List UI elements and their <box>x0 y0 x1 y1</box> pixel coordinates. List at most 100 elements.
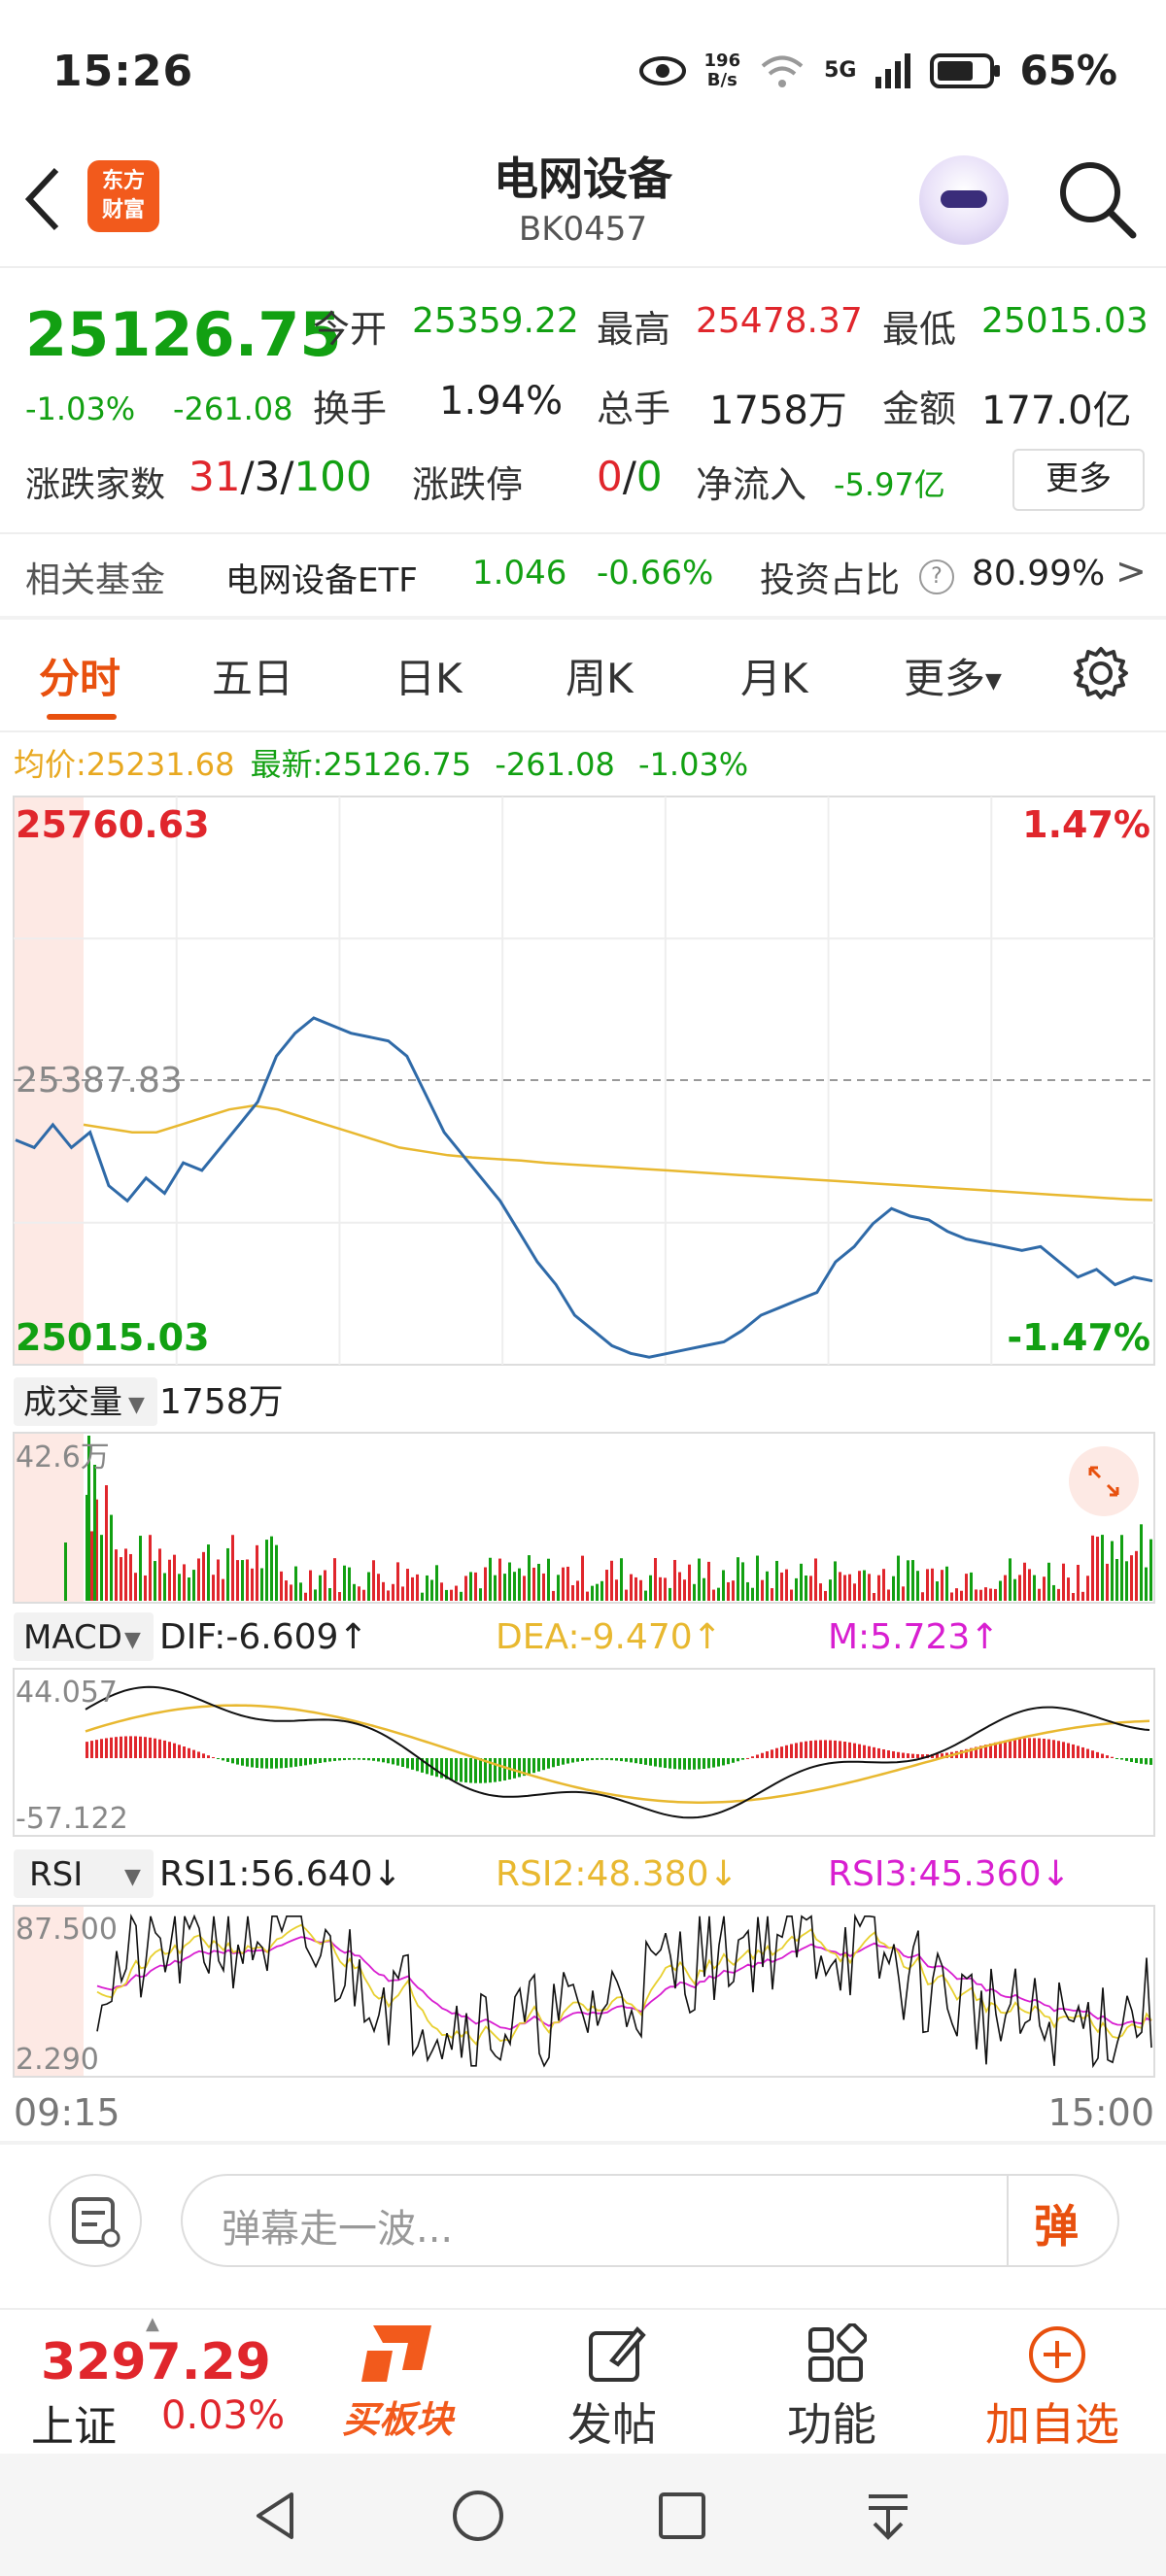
volume-bar <box>460 1591 463 1601</box>
volume-bar <box>945 1566 948 1601</box>
volume-bar <box>401 1586 404 1601</box>
status-icons: 196 B/s 5G 65% <box>638 47 1117 94</box>
macd-bar <box>678 1758 681 1770</box>
volume-bar <box>902 1586 905 1601</box>
caret-up-icon: ▲ <box>146 2314 159 2334</box>
danmu-input[interactable]: 弹幕走一波... 弹 <box>181 2174 1119 2267</box>
volume-bar <box>843 1575 846 1601</box>
buy-sector-button[interactable]: 买板块 <box>330 2312 466 2448</box>
volume-bar <box>319 1575 322 1601</box>
macd-bar <box>474 1758 477 1783</box>
macd-bar <box>1125 1758 1128 1761</box>
change-value: -261.08 <box>173 390 293 427</box>
volume-bar <box>256 1544 258 1601</box>
app-logo[interactable]: 东方 财富 <box>87 160 159 232</box>
volume-bar <box>722 1570 725 1601</box>
nav-back-icon[interactable] <box>247 2487 305 2545</box>
macd-bar <box>639 1758 642 1765</box>
macd-bar <box>532 1758 535 1774</box>
macd-bar <box>1013 1739 1016 1758</box>
macd-bar <box>124 1736 127 1758</box>
tab-five-day[interactable]: 五日 <box>212 646 293 705</box>
functions-button[interactable]: 功能 <box>777 2312 894 2451</box>
macd-bar <box>766 1750 769 1758</box>
timeshare-chart[interactable]: 25760.63 25387.83 25015.03 1.47% -1.47% … <box>0 787 1166 2147</box>
volume-bar <box>596 1583 599 1601</box>
macd-bar <box>1149 1758 1152 1765</box>
change-percent: -1.03% <box>25 390 136 427</box>
tab-timeshare[interactable]: 分时 <box>39 646 120 705</box>
volume-bar <box>620 1558 623 1601</box>
volume-bar <box>134 1573 137 1601</box>
volume-bar <box>673 1559 676 1601</box>
macd-bar <box>907 1753 909 1758</box>
macd-bar <box>703 1758 705 1770</box>
volume-bar <box>557 1575 560 1601</box>
chevron-right-icon: > <box>1115 550 1147 593</box>
macd-bar <box>207 1755 210 1758</box>
volume-bar <box>231 1535 234 1601</box>
active-tab-indicator <box>47 714 117 720</box>
volume-bar <box>328 1587 331 1601</box>
macd-bar <box>406 1758 409 1769</box>
volume-bar <box>324 1570 326 1601</box>
danmu-send-button[interactable]: 弹 <box>1034 2191 1079 2255</box>
volume-bar <box>654 1557 657 1601</box>
volume-bar <box>600 1580 603 1601</box>
expand-button[interactable] <box>1069 1446 1139 1516</box>
volume-bar <box>494 1575 497 1601</box>
volume-bar <box>926 1569 929 1601</box>
more-button[interactable]: 更多 <box>1012 449 1145 511</box>
divider <box>0 532 1166 534</box>
notes-button[interactable] <box>49 2174 142 2267</box>
volume-bar <box>766 1571 769 1601</box>
macd-bar <box>771 1749 773 1758</box>
macd-bar <box>212 1756 215 1758</box>
volume-bar <box>907 1560 909 1601</box>
volume-bar <box>669 1587 671 1601</box>
macd-bar <box>464 1758 467 1783</box>
tab-daily-k[interactable]: 日K <box>394 646 463 705</box>
tab-monthly-k[interactable]: 月K <box>740 646 808 705</box>
related-fund-row[interactable]: 相关基金 电网设备ETF 1.046 -0.66% 投资占比 ? 80.99% … <box>0 540 1166 608</box>
macd-bar <box>566 1758 569 1764</box>
search-button[interactable] <box>1053 155 1141 243</box>
volume-bar <box>469 1572 472 1601</box>
volume-bar <box>1135 1550 1138 1601</box>
macd-bar <box>1106 1755 1109 1758</box>
add-watchlist-button[interactable]: 加自选 <box>976 2312 1141 2451</box>
volume-bar <box>178 1574 181 1601</box>
tab-more[interactable]: 更多▼ <box>904 646 1002 705</box>
post-button[interactable]: 发帖 <box>558 2312 674 2451</box>
tab-weekly-k[interactable]: 周K <box>566 646 634 705</box>
index-ticker[interactable]: ▲ 3297.29 上证 0.03% <box>29 2312 321 2452</box>
settings-button[interactable] <box>1073 645 1129 705</box>
caret-down-icon: ▼ <box>128 1393 145 1417</box>
macd-bar <box>654 1758 657 1767</box>
back-button[interactable] <box>21 160 70 238</box>
volume-bar <box>333 1558 336 1601</box>
volume-bar <box>1062 1563 1065 1601</box>
help-icon[interactable]: ? <box>919 559 954 594</box>
turnover-label: 换手 <box>313 388 388 430</box>
nav-recents-icon[interactable] <box>653 2487 711 2545</box>
volume-bar <box>897 1555 900 1601</box>
macd-bar <box>353 1758 356 1760</box>
macd-bar <box>498 1758 501 1781</box>
volume-bar <box>1033 1575 1036 1601</box>
price-max-label: 25760.63 <box>16 803 210 846</box>
macd-bar <box>348 1758 351 1760</box>
volume-bar <box>358 1586 360 1601</box>
nav-home-icon[interactable] <box>449 2487 507 2545</box>
macd-bar <box>362 1758 365 1760</box>
nav-pulldown-icon[interactable] <box>859 2487 917 2545</box>
macd-bar <box>814 1740 817 1758</box>
macd-bar <box>834 1740 837 1758</box>
volume-bar <box>936 1581 939 1601</box>
volume-bar <box>795 1577 798 1601</box>
macd-bar <box>1111 1756 1114 1758</box>
macd-bar <box>727 1758 730 1765</box>
macd-bar <box>805 1741 807 1758</box>
assistant-avatar[interactable] <box>919 155 1009 245</box>
macd-bar <box>100 1739 103 1758</box>
